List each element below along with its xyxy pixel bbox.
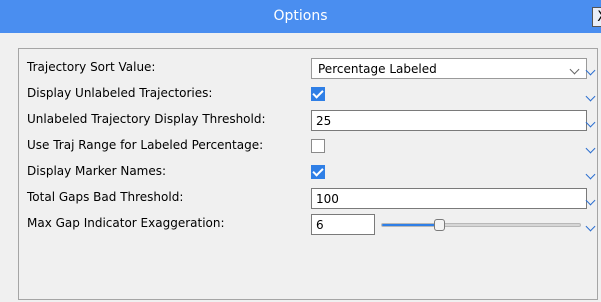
expand-chevron-icon[interactable] — [585, 169, 596, 180]
option-row-total-gaps: Total Gaps Bad Threshold: 100 — [19, 188, 599, 211]
expand-chevron-icon[interactable] — [585, 117, 596, 128]
total-gaps-value: 100 — [316, 192, 339, 206]
close-button[interactable]: X — [592, 7, 601, 27]
sort-label: Trajectory Sort Value: — [27, 60, 156, 74]
display-marker-names-checkbox[interactable] — [311, 165, 325, 179]
expand-chevron-icon[interactable] — [585, 91, 596, 102]
max-gap-slider-fill — [382, 224, 436, 226]
unlabeled-threshold-label: Unlabeled Trajectory Display Threshold: — [27, 112, 266, 126]
close-icon: X — [597, 9, 601, 25]
display-unlabeled-label: Display Unlabeled Trajectories: — [27, 86, 213, 100]
expand-chevron-icon[interactable] — [585, 65, 596, 76]
expand-chevron-icon[interactable] — [585, 143, 596, 154]
total-gaps-label: Total Gaps Bad Threshold: — [27, 190, 184, 204]
max-gap-label: Max Gap Indicator Exaggeration: — [27, 216, 225, 230]
window-title: Options — [273, 8, 328, 24]
option-row-use-traj-range: Use Traj Range for Labeled Percentage: — [19, 136, 599, 159]
option-row-sort: Trajectory Sort Value: Percentage Labele… — [19, 58, 599, 81]
option-row-max-gap: Max Gap Indicator Exaggeration: 6 — [19, 214, 599, 237]
max-gap-value: 6 — [316, 218, 324, 232]
max-gap-slider[interactable] — [381, 219, 581, 231]
display-marker-names-label: Display Marker Names: — [27, 164, 167, 178]
expand-chevron-icon[interactable] — [585, 221, 596, 232]
option-row-display-unlabeled: Display Unlabeled Trajectories: — [19, 84, 599, 107]
option-row-unlabeled-threshold: Unlabeled Trajectory Display Threshold: … — [19, 110, 599, 133]
total-gaps-input[interactable]: 100 — [311, 188, 587, 209]
max-gap-slider-thumb[interactable] — [434, 219, 445, 231]
display-unlabeled-checkbox[interactable] — [311, 87, 325, 101]
max-gap-input[interactable]: 6 — [311, 214, 375, 235]
sort-select-value: Percentage Labeled — [318, 62, 437, 76]
use-traj-range-label: Use Traj Range for Labeled Percentage: — [27, 138, 264, 152]
expand-chevron-icon[interactable] — [585, 195, 596, 206]
option-row-display-marker-names: Display Marker Names: — [19, 162, 599, 185]
chevron-down-icon — [569, 64, 580, 75]
options-panel: Trajectory Sort Value: Percentage Labele… — [18, 48, 598, 300]
unlabeled-threshold-input[interactable]: 25 — [311, 110, 587, 131]
use-traj-range-checkbox[interactable] — [311, 139, 325, 153]
unlabeled-threshold-value: 25 — [316, 114, 332, 128]
sort-select[interactable]: Percentage Labeled — [311, 58, 587, 79]
